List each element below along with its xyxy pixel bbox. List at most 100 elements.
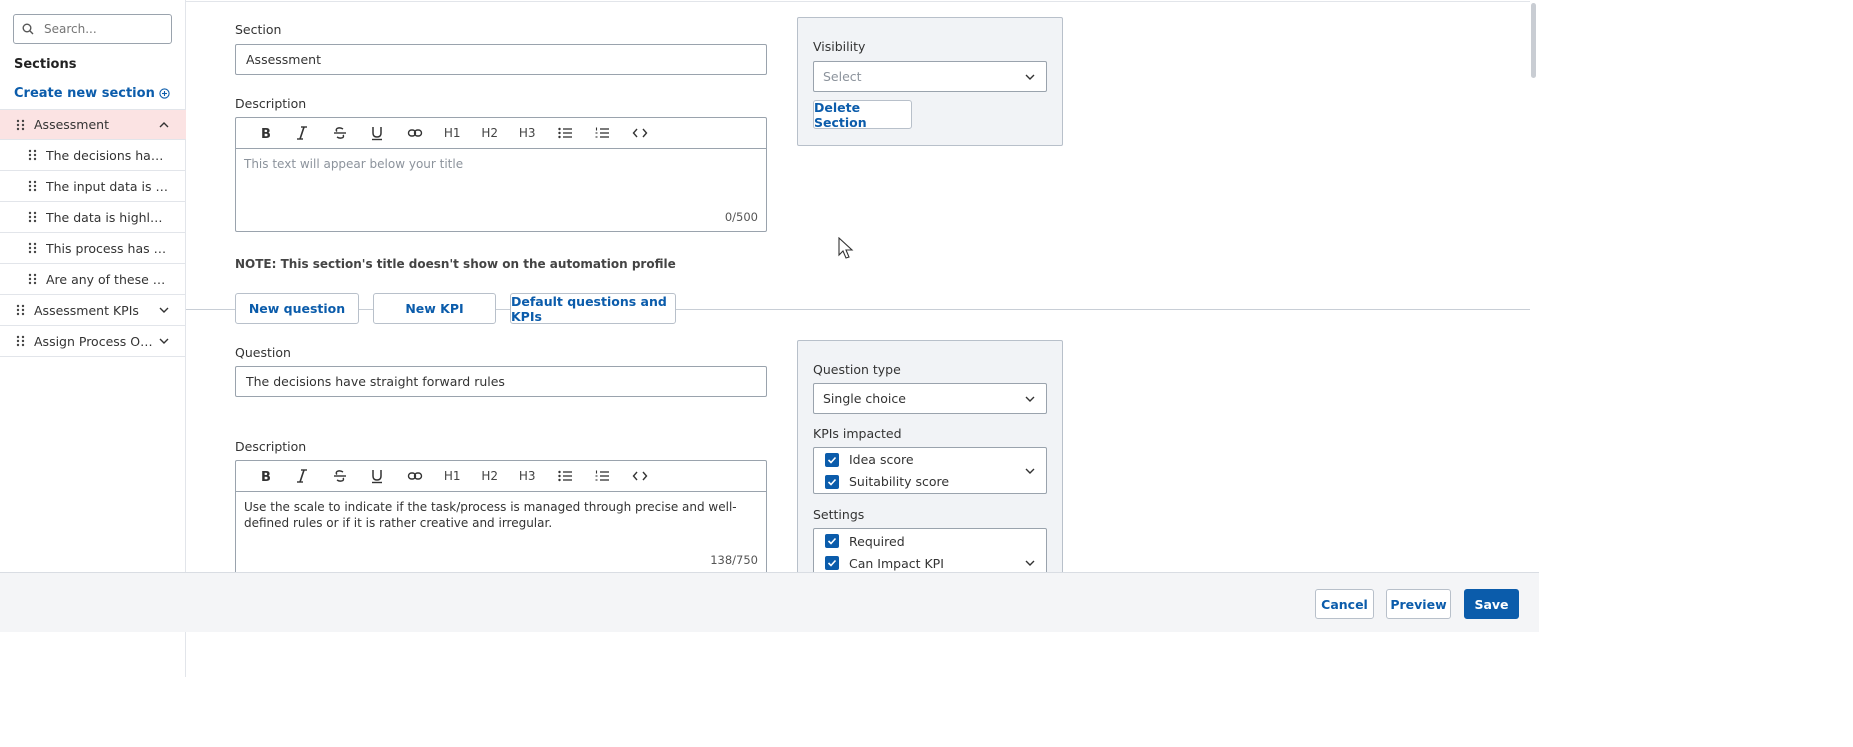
drag-handle-icon[interactable]	[28, 211, 37, 223]
drag-handle-icon[interactable]	[28, 180, 37, 192]
checkbox-checked[interactable]	[825, 452, 839, 467]
section-nav: Assessment The decisions have straight f…	[0, 109, 186, 357]
checkbox-checked[interactable]	[825, 474, 839, 489]
bullet-list-icon	[558, 127, 572, 139]
new-kpi-button[interactable]: New KPI	[373, 293, 496, 324]
scrollbar-track[interactable]	[1530, 0, 1539, 572]
search-input[interactable]	[42, 21, 162, 37]
kpis-impacted-label: KPIs impacted	[813, 426, 902, 441]
chevron-down-icon	[1025, 74, 1035, 80]
heading-1-button[interactable]: H1	[434, 461, 472, 492]
setting-option-label: Can Impact KPI	[849, 555, 944, 571]
create-new-section-link[interactable]: Create new section	[14, 86, 170, 101]
chevron-down-icon[interactable]	[158, 335, 170, 347]
code-button[interactable]	[621, 461, 659, 492]
sidebar-item-question-2[interactable]: The input data is accessible	[0, 171, 186, 202]
sidebar-item-question-4[interactable]: This process has no expected changes	[0, 233, 186, 264]
search-box[interactable]	[13, 14, 172, 44]
heading-2-button[interactable]: H2	[471, 461, 509, 492]
bullet-list-button[interactable]	[546, 118, 584, 149]
sidebar-item-question-3[interactable]: The data is highly formatted	[0, 202, 186, 233]
cancel-button[interactable]: Cancel	[1315, 589, 1374, 619]
numbered-list-button[interactable]	[584, 118, 622, 149]
bold-button[interactable]: B	[246, 118, 284, 149]
code-button[interactable]	[621, 118, 659, 149]
setting-option-required[interactable]: Required	[825, 530, 905, 552]
numbered-list-icon	[595, 470, 610, 481]
bullet-list-button[interactable]	[546, 461, 584, 492]
chevron-down-icon	[1025, 396, 1035, 402]
footer-bar: Cancel Preview Save	[0, 572, 1539, 632]
underline-icon	[372, 127, 383, 141]
preview-button[interactable]: Preview	[1386, 589, 1451, 619]
underline-icon	[372, 470, 383, 484]
kpi-option-idea-score[interactable]: Idea score	[825, 449, 914, 471]
setting-option-can-impact-kpi[interactable]: Can Impact KPI	[825, 552, 944, 574]
bold-button[interactable]: B	[246, 461, 284, 492]
heading-3-button[interactable]: H3	[509, 461, 547, 492]
numbered-list-button[interactable]	[584, 461, 622, 492]
description-placeholder: This text will appear below your title	[244, 157, 464, 171]
question-type-select[interactable]: Single choice	[813, 383, 1047, 414]
underline-button[interactable]	[359, 118, 397, 149]
link-button[interactable]	[396, 461, 434, 492]
character-counter: 138/750	[710, 553, 758, 567]
new-question-button[interactable]: New question	[235, 293, 359, 324]
section-description-body[interactable]: This text will appear below your title 0…	[236, 149, 766, 231]
italic-icon	[297, 469, 308, 483]
question-title-input[interactable]: The decisions have straight forward rule…	[235, 366, 767, 397]
numbered-list-icon	[595, 127, 610, 138]
kpi-option-suitability-score[interactable]: Suitability score	[825, 471, 949, 493]
drag-handle-icon[interactable]	[28, 149, 37, 161]
section-title-input[interactable]: Assessment	[235, 44, 767, 75]
strikethrough-icon	[333, 127, 346, 139]
bullet-list-icon	[558, 470, 572, 482]
delete-section-button[interactable]: Delete Section	[813, 100, 912, 130]
visibility-select[interactable]: Select	[813, 61, 1047, 92]
strikethrough-button[interactable]	[321, 118, 359, 149]
strikethrough-button[interactable]	[321, 461, 359, 492]
sidebar-item-assessment-kpis[interactable]: Assessment KPIs	[0, 295, 186, 326]
checkbox-checked[interactable]	[825, 556, 839, 570]
underline-button[interactable]	[359, 461, 397, 492]
drag-handle-icon[interactable]	[16, 304, 25, 316]
save-button[interactable]: Save	[1464, 589, 1519, 619]
kpis-impacted-select[interactable]: Idea score Suitability score	[813, 447, 1047, 494]
sidebar-heading: Sections	[14, 57, 77, 72]
question-description-editor: B H1 H2 H3 Use the scale to indicate if …	[235, 460, 767, 580]
sidebar-item-question-1[interactable]: The decisions have straight forward rule…	[0, 140, 186, 171]
scrollbar-thumb[interactable]	[1531, 3, 1536, 78]
sidebar-item-label: The data is highly formatted	[46, 209, 168, 225]
question-settings-panel: Question type Single choice KPIs impacte…	[797, 340, 1063, 580]
question-type-label: Question type	[813, 362, 901, 377]
section-description-label: Description	[235, 96, 307, 111]
sidebar-item-question-5[interactable]: Are any of these processes	[0, 264, 186, 295]
sidebar-item-label: The input data is accessible	[46, 178, 168, 194]
link-icon	[407, 129, 422, 137]
heading-1-button[interactable]: H1	[434, 118, 472, 149]
sidebar-item-assign-process-owner[interactable]: Assign Process Owner	[0, 326, 186, 357]
drag-handle-icon[interactable]	[28, 242, 37, 254]
drag-handle-icon[interactable]	[16, 335, 25, 347]
sidebar-item-label: This process has no expected changes	[46, 240, 168, 256]
question-description-body[interactable]: Use the scale to indicate if the task/pr…	[236, 492, 766, 579]
question-description-text: Use the scale to indicate if the task/pr…	[244, 500, 737, 530]
drag-handle-icon[interactable]	[16, 119, 25, 131]
svg-text:B: B	[261, 127, 271, 141]
sidebar-item-assessment[interactable]: Assessment	[0, 109, 186, 140]
default-questions-button[interactable]: Default questions and KPIs	[510, 293, 676, 324]
italic-button[interactable]	[284, 118, 322, 149]
mouse-cursor-icon	[838, 237, 854, 259]
link-button[interactable]	[396, 118, 434, 149]
kpi-option-label: Idea score	[849, 452, 914, 467]
heading-2-button[interactable]: H2	[471, 118, 509, 149]
checkbox-checked[interactable]	[825, 534, 839, 548]
sidebar-item-label: The decisions have straight forward rule…	[46, 147, 168, 163]
sidebar-item-label: Assessment	[34, 117, 109, 132]
heading-3-button[interactable]: H3	[509, 118, 547, 149]
chevron-up-icon[interactable]	[158, 119, 170, 131]
drag-handle-icon[interactable]	[28, 273, 37, 285]
chevron-down-icon[interactable]	[158, 304, 170, 316]
character-counter: 0/500	[724, 210, 758, 224]
italic-button[interactable]	[284, 461, 322, 492]
